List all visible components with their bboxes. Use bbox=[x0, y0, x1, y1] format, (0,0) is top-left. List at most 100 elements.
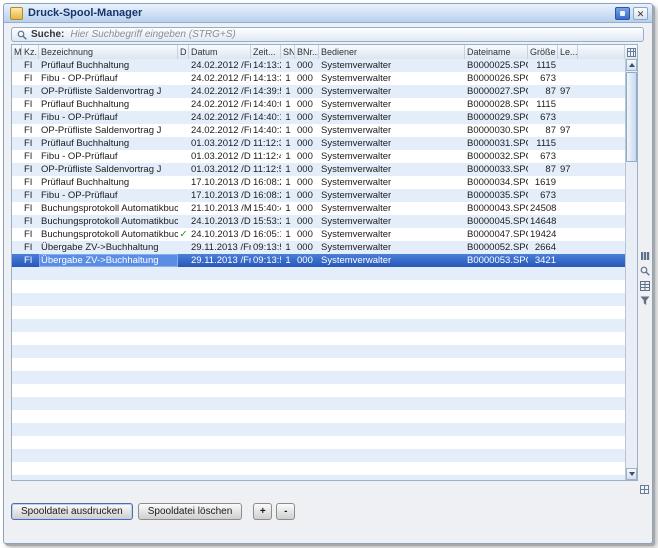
cell-datei: B0000031.SPO bbox=[465, 137, 528, 150]
cell-groesse: 673 bbox=[528, 111, 558, 124]
cell-datei: B0000035.SPO bbox=[465, 189, 528, 202]
cell-snr: 1 bbox=[281, 124, 295, 137]
cell-le bbox=[558, 189, 578, 202]
column-header-d[interactable]: D bbox=[178, 45, 189, 59]
column-header-groesse[interactable]: Größe bbox=[528, 45, 558, 59]
cell-datei: B0000047.SPO bbox=[465, 228, 528, 241]
cell-d bbox=[178, 111, 189, 124]
cell-le bbox=[558, 254, 578, 267]
column-header-datei[interactable]: Dateiname bbox=[465, 45, 528, 59]
cell-le: 97 bbox=[558, 163, 578, 176]
cell-datum: 24.10.2013 /Do bbox=[189, 228, 251, 241]
table-row[interactable]: FIBuchungsprotokoll Automatikbuc✓24.10.2… bbox=[12, 228, 625, 241]
table-row[interactable]: FIPrüflauf Buchhaltung24.02.2012 /Fr14:4… bbox=[12, 98, 625, 111]
cell-zeit: 16:08:2 bbox=[251, 189, 281, 202]
cell-datum: 24.02.2012 /Fr bbox=[189, 59, 251, 72]
print-spool-button[interactable]: Spooldatei ausdrucken bbox=[11, 503, 133, 520]
scrollbar-thumb[interactable] bbox=[626, 72, 637, 162]
cell-m bbox=[12, 111, 22, 124]
column-header-kz[interactable]: Kz. bbox=[22, 45, 39, 59]
cell-le bbox=[558, 137, 578, 150]
table-row[interactable]: FIOP-Prüfliste Saldenvortrag J24.02.2012… bbox=[12, 124, 625, 137]
table-row[interactable]: FIPrüflauf Buchhaltung17.10.2013 /Do16:0… bbox=[12, 176, 625, 189]
column-header-datum[interactable]: Datum bbox=[189, 45, 251, 59]
cell-bediener: Systemverwalter bbox=[319, 215, 465, 228]
cell-filler bbox=[578, 98, 625, 111]
cell-zeit: 09:13:56 bbox=[251, 254, 281, 267]
cell-zeit: 11:12:3 bbox=[251, 137, 281, 150]
cell-d bbox=[178, 254, 189, 267]
table-row[interactable]: FIBuchungsprotokoll Automatikbuc24.10.20… bbox=[12, 215, 625, 228]
column-chooser-icon[interactable] bbox=[625, 45, 637, 59]
cell-groesse: 1115 bbox=[528, 59, 558, 72]
column-header-snr[interactable]: SNr... bbox=[281, 45, 295, 59]
cell-snr: 1 bbox=[281, 137, 295, 150]
table-row[interactable]: FIOP-Prüfliste Saldenvortrag J24.02.2012… bbox=[12, 85, 625, 98]
cell-groesse: 3421 bbox=[528, 254, 558, 267]
cell-snr: 1 bbox=[281, 150, 295, 163]
cell-datum: 01.03.2012 /Do bbox=[189, 163, 251, 176]
spool-manager-window: Druck-Spool-Manager ✕ Suche: MKz.Bezeich… bbox=[3, 3, 653, 544]
table-row[interactable]: FIBuchungsprotokoll Automatikbuc21.10.20… bbox=[12, 202, 625, 215]
search-input[interactable] bbox=[70, 28, 638, 41]
table-row[interactable]: FIFibu - OP-Prüflauf24.02.2012 /Fr14:40:… bbox=[12, 111, 625, 124]
column-header-zeit[interactable]: Zeit... bbox=[251, 45, 281, 59]
cell-groesse: 87 bbox=[528, 124, 558, 137]
table-row[interactable]: FIFibu - OP-Prüflauf17.10.2013 /Do16:08:… bbox=[12, 189, 625, 202]
cell-snr: 1 bbox=[281, 215, 295, 228]
columns-icon[interactable] bbox=[638, 249, 651, 262]
cell-d bbox=[178, 98, 189, 111]
cell-snr: 1 bbox=[281, 189, 295, 202]
search-bar[interactable]: Suche: bbox=[11, 27, 644, 42]
table-row[interactable]: FIPrüflauf Buchhaltung24.02.2012 /Fr14:1… bbox=[12, 59, 625, 72]
column-header-bnr[interactable]: BNr... bbox=[295, 45, 319, 59]
column-header-name[interactable]: Bezeichnung bbox=[39, 45, 178, 59]
vertical-scrollbar[interactable] bbox=[625, 59, 637, 480]
cell-filler bbox=[578, 241, 625, 254]
delete-spool-button[interactable]: Spooldatei löschen bbox=[138, 503, 243, 520]
cell-zeit: 16:08:2 bbox=[251, 176, 281, 189]
cell-datum: 24.02.2012 /Fr bbox=[189, 72, 251, 85]
cell-zeit: 14:13:3 bbox=[251, 72, 281, 85]
table-row[interactable]: FIFibu - OP-Prüflauf24.02.2012 /Fr14:13:… bbox=[12, 72, 625, 85]
titlebar[interactable]: Druck-Spool-Manager ✕ bbox=[4, 4, 652, 23]
cell-datei: B0000030.SPO bbox=[465, 124, 528, 137]
column-header-le[interactable]: Le... bbox=[558, 45, 578, 59]
table-row[interactable]: FIPrüflauf Buchhaltung01.03.2012 /Do11:1… bbox=[12, 137, 625, 150]
cell-kz: FI bbox=[22, 215, 39, 228]
scroll-up-icon[interactable] bbox=[626, 59, 637, 71]
cell-filler bbox=[578, 163, 625, 176]
cell-m bbox=[12, 98, 22, 111]
table-row[interactable]: FIOP-Prüfliste Saldenvortrag J01.03.2012… bbox=[12, 163, 625, 176]
table-row[interactable]: FIÜbergabe ZV->Buchhaltung29.11.2013 /Fr… bbox=[12, 241, 625, 254]
cell-filler bbox=[578, 215, 625, 228]
cell-bnr: 000 bbox=[295, 111, 319, 124]
add-button[interactable]: + bbox=[253, 503, 272, 520]
pin-button[interactable] bbox=[615, 7, 630, 20]
scroll-down-icon[interactable] bbox=[626, 468, 637, 480]
column-header-bediener[interactable]: Bediener bbox=[319, 45, 465, 59]
cell-bnr: 000 bbox=[295, 72, 319, 85]
cell-filler bbox=[578, 124, 625, 137]
cell-bnr: 000 bbox=[295, 228, 319, 241]
layout-grid-icon[interactable] bbox=[638, 483, 651, 495]
column-header-filler[interactable] bbox=[578, 45, 625, 59]
cell-datum: 17.10.2013 /Do bbox=[189, 189, 251, 202]
remove-button[interactable]: - bbox=[276, 503, 295, 520]
cell-d bbox=[178, 215, 189, 228]
table-row[interactable]: FIFibu - OP-Prüflauf01.03.2012 /Do11:12:… bbox=[12, 150, 625, 163]
filter-icon[interactable] bbox=[638, 294, 651, 307]
cell-bnr: 000 bbox=[295, 254, 319, 267]
grid-view-icon[interactable] bbox=[638, 279, 651, 292]
search-list-icon[interactable] bbox=[638, 264, 651, 277]
cell-bediener: Systemverwalter bbox=[319, 254, 465, 267]
table-row[interactable]: FIÜbergabe ZV->Buchhaltung29.11.2013 /Fr… bbox=[12, 254, 625, 267]
close-button[interactable]: ✕ bbox=[633, 7, 648, 20]
column-header-m[interactable]: M bbox=[12, 45, 22, 59]
cell-groesse: 1115 bbox=[528, 98, 558, 111]
cell-datum: 24.02.2012 /Fr bbox=[189, 85, 251, 98]
cell-datum: 01.03.2012 /Do bbox=[189, 137, 251, 150]
cell-bediener: Systemverwalter bbox=[319, 137, 465, 150]
cell-groesse: 24508 bbox=[528, 202, 558, 215]
cell-filler bbox=[578, 228, 625, 241]
